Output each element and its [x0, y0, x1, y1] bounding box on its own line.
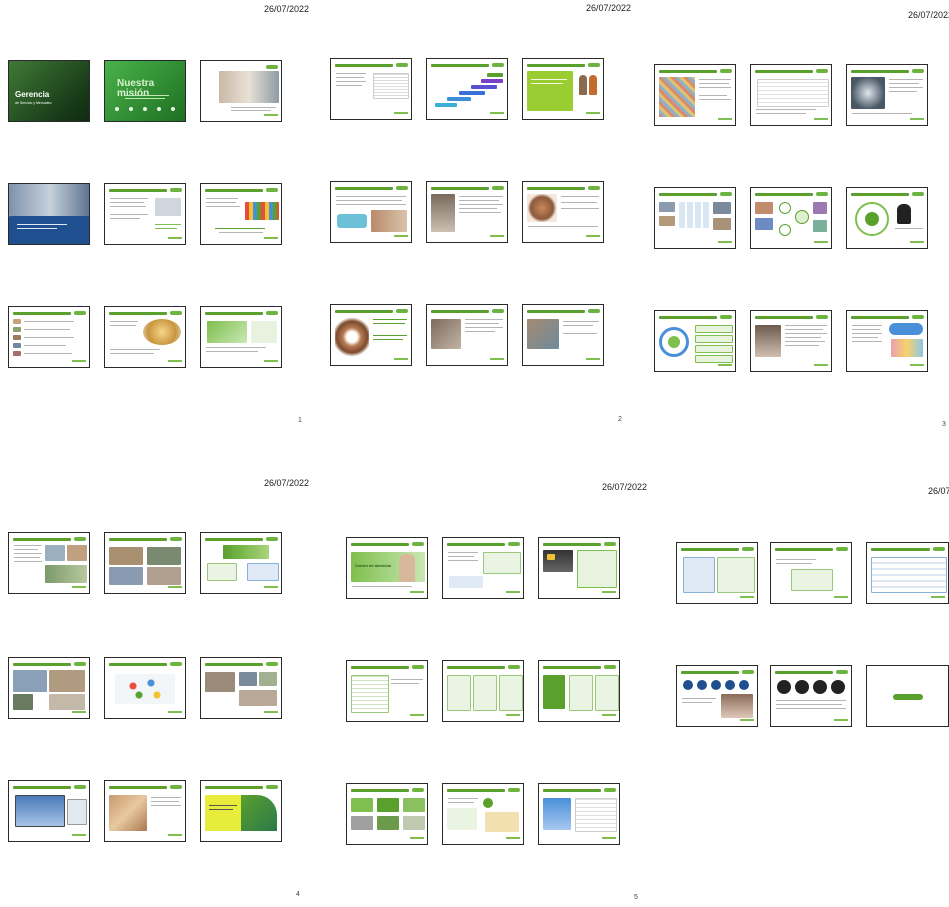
page-date: 26/07/2022	[264, 478, 310, 488]
slide-thumbnail[interactable]	[442, 660, 524, 722]
handout-page-6: 26/07	[650, 470, 949, 907]
slide-thumbnail[interactable]	[654, 187, 736, 249]
slide-thumbnail[interactable]	[8, 657, 90, 719]
slide-thumbnail[interactable]	[866, 665, 949, 727]
slide-thumbnail[interactable]	[104, 183, 186, 245]
slide-thumbnail[interactable]	[538, 660, 620, 722]
page-number: 4	[296, 891, 300, 898]
page-number: 3	[942, 421, 946, 428]
slide-thumbnail[interactable]	[346, 783, 428, 845]
slide-thumbnail[interactable]	[442, 783, 524, 845]
slide-thumbnail[interactable]	[200, 657, 282, 719]
slide-thumbnail[interactable]	[426, 304, 508, 366]
slide-thumbnail[interactable]	[200, 60, 282, 122]
page-date: 26/07/2022	[586, 3, 632, 13]
slide-thumbnail[interactable]	[654, 310, 736, 372]
slide-thumbnail[interactable]	[522, 181, 604, 243]
slide-thumbnail[interactable]	[330, 304, 412, 366]
slide-thumbnail[interactable]	[538, 783, 620, 845]
handout-page-4: 26/07/2022 4	[0, 470, 310, 907]
person-icon	[579, 75, 587, 95]
slide-thumbnail[interactable]	[866, 542, 949, 604]
slide-thumbnail[interactable]	[104, 657, 186, 719]
slide-thumbnail[interactable]	[750, 187, 832, 249]
page-number: 2	[618, 416, 622, 423]
slide-thumbnail[interactable]: Centro de atención	[346, 537, 428, 599]
slide-thumbnail[interactable]	[654, 64, 736, 126]
slide-thumbnail[interactable]	[104, 780, 186, 842]
hands-photo	[527, 194, 557, 222]
slide-thumbnail[interactable]	[846, 187, 928, 249]
food-photo	[143, 319, 181, 345]
crowd-photo	[659, 77, 695, 117]
slide-thumbnail[interactable]	[346, 660, 428, 722]
slide-subtitle: de Servicio y Mercadeo	[15, 101, 52, 105]
slide-title: Gerencia	[15, 90, 50, 99]
page-date: 26/07/2022	[602, 482, 648, 492]
slide-thumbnail[interactable]	[522, 304, 604, 366]
slide-thumbnail[interactable]	[750, 310, 832, 372]
slide-thumbnail[interactable]	[8, 780, 90, 842]
slide-title: Nuestra misión	[117, 78, 155, 99]
slide-thumbnail[interactable]	[8, 183, 90, 245]
slide-thumbnail[interactable]	[770, 665, 852, 727]
slide-photo	[219, 71, 279, 103]
slide-thumbnail[interactable]	[770, 542, 852, 604]
slide-thumbnail[interactable]	[750, 64, 832, 126]
slide-thumbnail[interactable]	[330, 58, 412, 120]
slide-thumbnail[interactable]	[846, 310, 928, 372]
slide-thumbnail[interactable]	[200, 532, 282, 594]
slide-thumbnail[interactable]	[200, 183, 282, 245]
brand-logo	[893, 694, 923, 700]
person-photo	[755, 325, 781, 357]
page-date: 26/07/2022	[264, 4, 310, 14]
slide-photo	[9, 184, 89, 216]
handout-page-2: 26/07/2022 2	[320, 0, 632, 430]
page-date: 26/07	[928, 486, 949, 496]
slide-thumbnail[interactable]	[522, 58, 604, 120]
person-icon	[589, 75, 597, 95]
slide-thumbnail[interactable]	[676, 542, 758, 604]
slide-thumbnail[interactable]	[200, 306, 282, 368]
slide-thumbnail[interactable]	[104, 306, 186, 368]
slide-thumbnail[interactable]	[330, 181, 412, 243]
slide-title: Centro de atención	[355, 563, 392, 568]
slide-thumbnail[interactable]	[426, 58, 508, 120]
slide-thumbnail[interactable]	[8, 306, 90, 368]
hands-circle-photo	[335, 317, 369, 357]
slide-thumbnail[interactable]	[442, 537, 524, 599]
page-number: 5	[634, 894, 638, 901]
slide-thumbnail[interactable]	[200, 780, 282, 842]
slide-thumbnail[interactable]: Nuestra misión	[104, 60, 186, 122]
page-date: 26/07/2022	[908, 10, 949, 20]
people-illustration	[245, 202, 279, 220]
people-photo	[109, 795, 147, 831]
slide-thumbnail[interactable]: Gerencia de Servicio y Mercadeo	[8, 60, 90, 122]
handout-page-1: 26/07/2022 Gerencia de Servicio y Mercad…	[0, 0, 310, 430]
slide-thumbnail[interactable]	[8, 532, 90, 594]
handout-page-3: 26/07/2022 3	[640, 0, 949, 430]
slide-thumbnail[interactable]	[846, 64, 928, 126]
slide-thumbnail[interactable]	[426, 181, 508, 243]
handout-page-5: 26/07/2022 Centro de atención 5	[320, 470, 647, 907]
page-number: 1	[298, 417, 302, 424]
slide-thumbnail[interactable]	[538, 537, 620, 599]
slide-thumbnail[interactable]	[104, 532, 186, 594]
slide-thumbnail[interactable]	[676, 665, 758, 727]
